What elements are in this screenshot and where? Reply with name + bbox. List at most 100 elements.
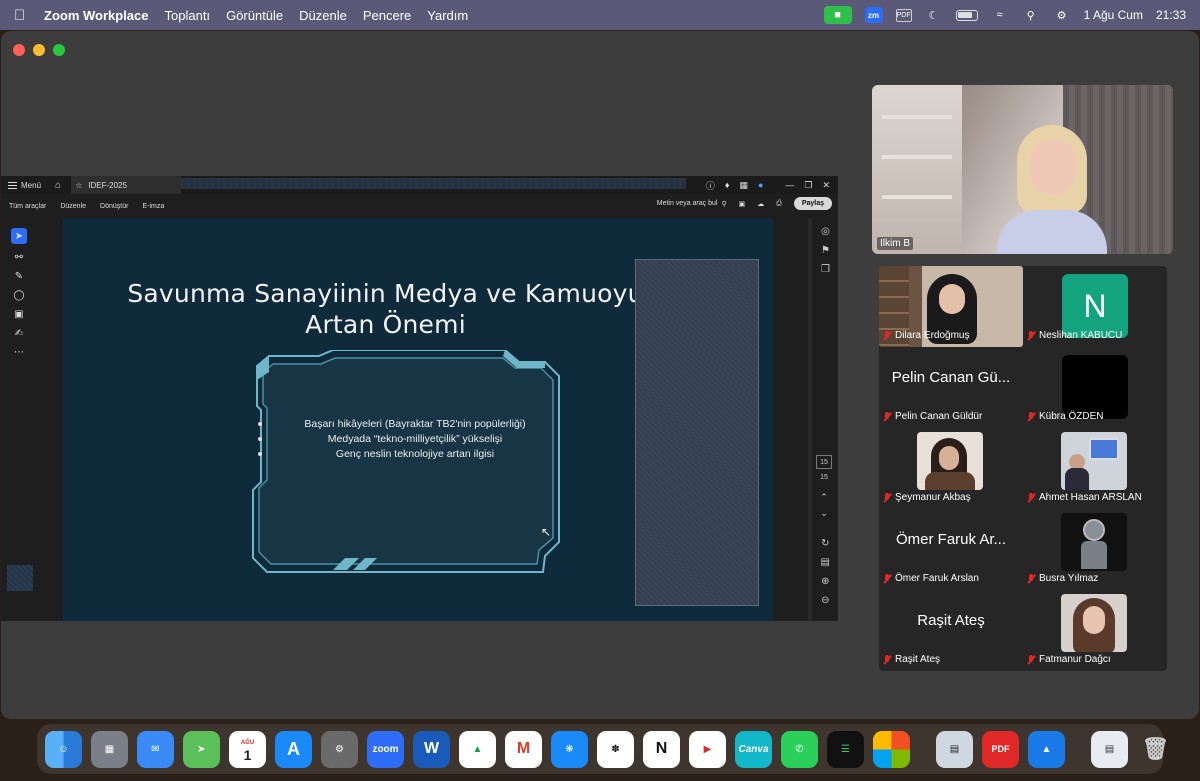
extract-page-icon[interactable]: ▤ xyxy=(821,557,830,568)
control-center-icon[interactable]: ⚙ xyxy=(1053,7,1071,23)
toolbar-all-tools[interactable]: Tüm araçlar xyxy=(9,203,46,210)
menu-yardim[interactable]: Yardım xyxy=(427,8,468,23)
bell-icon[interactable]: ♦ xyxy=(725,180,730,190)
ai-assistant-icon[interactable]: ◎ xyxy=(821,226,830,237)
print-icon[interactable]: ⎙ xyxy=(776,200,782,208)
text-box-icon[interactable]: ▣ xyxy=(14,309,23,320)
zoom-in-icon[interactable]: ⊕ xyxy=(821,576,829,587)
pdf-app-icon[interactable]: PDF xyxy=(982,730,1019,768)
trash-icon[interactable]: 🗑 xyxy=(1137,731,1174,768)
star-icon[interactable]: ☆ xyxy=(75,181,82,190)
apple-icon[interactable]:  xyxy=(14,7,34,24)
participant-tile[interactable]: N Neslihan KABUCU xyxy=(1023,266,1167,347)
apps-grid-icon[interactable]: ▦ xyxy=(739,180,748,191)
page-down-icon[interactable]: ⌄ xyxy=(820,508,828,519)
pen-icon[interactable]: ✎ xyxy=(15,271,23,282)
spotify-icon[interactable]: ☰ xyxy=(827,730,864,768)
page-thumbnail[interactable] xyxy=(7,565,33,591)
participant-tile[interactable]: Raşit Ateş Raşit Ateş xyxy=(879,590,1023,671)
save-icon[interactable]: ▣ xyxy=(739,200,746,208)
zoom-menubar-icon[interactable]: zm xyxy=(864,7,883,23)
toolbar-right: Metin veya araç bul ⚲ ▣ ☁ ⎙ Paylaş xyxy=(657,197,832,210)
active-speaker-video[interactable]: Ilkim B xyxy=(872,85,1173,254)
signature-icon[interactable]: ✍ xyxy=(15,328,23,339)
menu-duzenle[interactable]: Düzenle xyxy=(299,8,347,23)
participant-tile[interactable]: Busra Yılmaz xyxy=(1023,509,1167,590)
finder-icon[interactable]: ☺ xyxy=(45,730,82,768)
mic-muted-icon xyxy=(1027,654,1036,665)
home-icon[interactable]: ⌂ xyxy=(55,180,61,191)
battery-icon[interactable] xyxy=(955,9,978,21)
participant-tile[interactable]: Dilara Erdoğmuş xyxy=(879,266,1023,347)
maps-icon[interactable]: ➤ xyxy=(183,730,220,768)
toolbar-esign[interactable]: E-imza xyxy=(142,203,164,210)
notion-icon[interactable]: N xyxy=(643,730,680,768)
safari-icon[interactable]: ❋ xyxy=(551,730,588,768)
menu-toplanti[interactable]: Toplantı xyxy=(165,8,211,23)
menubar-date[interactable]: 1 Ağu Cum xyxy=(1084,8,1143,22)
preview-icon[interactable]: ▤ xyxy=(936,730,973,768)
participant-tile[interactable]: Şeymanur Akbaş xyxy=(879,428,1023,509)
current-page-input[interactable]: 15 xyxy=(816,455,832,469)
participant-tile[interactable]: Ahmet Hasan ARSLAN xyxy=(1023,428,1167,509)
google-drive-icon[interactable]: ▲ xyxy=(459,730,496,768)
search-icon[interactable]: ⚲ xyxy=(1022,7,1040,23)
bookmark-icon[interactable]: ⚑ xyxy=(821,245,830,256)
menu-app-name[interactable]: Zoom Workplace xyxy=(44,8,149,23)
shared-screen[interactable]: Menü ⌂ ☆ IDEF-2025 › ⓘ ♦ ▦ ● — ❐ ✕ Tüm a… xyxy=(1,176,838,621)
rotate-icon[interactable]: ↻ xyxy=(821,538,829,549)
profile-icon[interactable]: ● xyxy=(758,180,763,190)
app-store-icon[interactable]: A xyxy=(275,730,312,768)
upload-cloud-icon[interactable]: ☁ xyxy=(757,200,764,208)
fullscreen-window-button[interactable] xyxy=(53,44,65,56)
keynote-icon[interactable]: ▲ xyxy=(1028,730,1065,768)
share-button[interactable]: Paylaş xyxy=(793,197,832,210)
canva-icon[interactable]: Canva xyxy=(735,730,772,768)
close-icon[interactable]: ✕ xyxy=(822,180,830,191)
lasso-icon[interactable]: ◯ xyxy=(13,290,24,301)
help-icon[interactable]: ⓘ xyxy=(706,179,715,192)
participant-tile[interactable]: Fatmanur Dağcı xyxy=(1023,590,1167,671)
participant-avatar: N xyxy=(1062,274,1128,338)
youtube-icon[interactable]: ▶ xyxy=(689,730,726,768)
select-cursor-icon[interactable]: ➤ xyxy=(11,228,27,244)
magnifier-icon[interactable]: ⚲ xyxy=(721,200,726,208)
gmail-icon[interactable]: M xyxy=(505,730,542,768)
microsoft-icon[interactable] xyxy=(873,730,910,768)
whatsapp-icon[interactable]: ✆ xyxy=(781,730,818,768)
more-tools-icon[interactable]: ⋯ xyxy=(14,347,24,358)
participant-tile[interactable]: Pelin Canan Gü... Pelin Canan Güldür xyxy=(879,347,1023,428)
close-window-button[interactable] xyxy=(13,44,25,56)
acrobat-menu-button[interactable]: Menü xyxy=(8,181,41,190)
comment-icon[interactable]: ⚯ xyxy=(15,252,23,263)
speaker-person xyxy=(992,125,1112,254)
zoom-icon[interactable]: zoom xyxy=(367,730,404,768)
calendar-icon[interactable]: AĞU 1 xyxy=(229,730,266,768)
find-tool-label[interactable]: Metin veya araç bul xyxy=(657,200,718,207)
menubar-time[interactable]: 21:33 xyxy=(1156,8,1186,22)
wifi-icon[interactable]: ≈ xyxy=(991,7,1009,23)
toolbar-convert[interactable]: Dönüştür xyxy=(100,203,128,210)
zoom-out-icon[interactable]: ⊖ xyxy=(821,595,829,606)
document-tab[interactable]: ☆ IDEF-2025 xyxy=(71,176,182,194)
pages-icon[interactable]: ❐ xyxy=(821,264,830,275)
toolbar-edit[interactable]: Düzenle xyxy=(60,203,86,210)
page-up-icon[interactable]: ⌃ xyxy=(820,492,828,503)
menu-pencere[interactable]: Pencere xyxy=(363,8,411,23)
video-camera-icon[interactable]: ■ xyxy=(823,6,852,24)
chatgpt-icon[interactable]: ✽ xyxy=(597,730,634,768)
word-icon[interactable]: W xyxy=(413,730,450,768)
launchpad-icon[interactable]: ▦ xyxy=(91,730,128,768)
minimize-window-button[interactable] xyxy=(33,44,45,56)
menu-goruntule[interactable]: Görüntüle xyxy=(226,8,283,23)
mail-icon[interactable]: ✉ xyxy=(137,730,174,768)
downloads-folder-icon[interactable]: ▤ xyxy=(1091,730,1128,768)
participant-tile[interactable]: Kübra ÖZDEN xyxy=(1023,347,1167,428)
vertical-scrollbar[interactable] xyxy=(808,218,812,621)
minimize-icon[interactable]: — xyxy=(785,180,794,190)
participant-tile[interactable]: Ömer Faruk Ar... Ömer Faruk Arslan xyxy=(879,509,1023,590)
restore-icon[interactable]: ❐ xyxy=(804,180,812,191)
moon-icon[interactable]: ☾ xyxy=(925,7,943,23)
system-settings-icon[interactable]: ⚙ xyxy=(321,730,358,768)
pdf-menubar-icon[interactable]: PDF xyxy=(895,8,912,22)
